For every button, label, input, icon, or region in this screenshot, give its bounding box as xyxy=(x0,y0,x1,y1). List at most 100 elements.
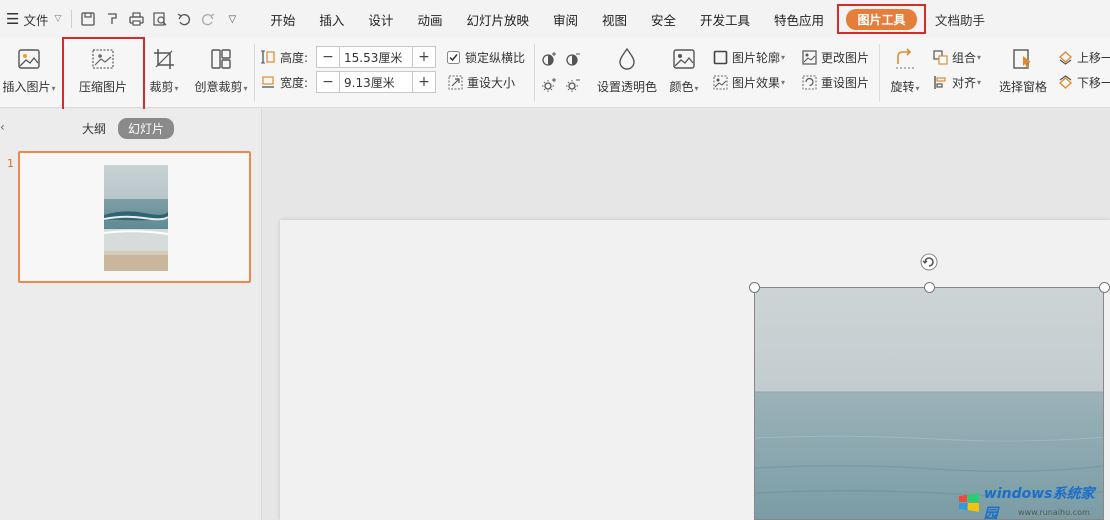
reset-picture-button[interactable]: 重设图片 xyxy=(801,71,869,93)
crop-button[interactable]: 裁剪▾ xyxy=(144,38,184,95)
tab-home[interactable]: 开始 xyxy=(258,0,307,38)
compress-picture-highlight xyxy=(62,37,145,112)
change-picture-label: 更改图片 xyxy=(821,50,870,65)
watermark: windows系统家园 www.runaihu.com xyxy=(958,486,1108,520)
lock-ratio-checkbox[interactable]: 锁定纵横比 xyxy=(445,46,525,68)
reset-size-button[interactable]: 重设大小 xyxy=(447,71,515,93)
collapse-panel-icon[interactable]: ‹ xyxy=(0,120,5,134)
tab-design[interactable]: 设计 xyxy=(356,0,405,38)
tab-view[interactable]: 视图 xyxy=(590,0,639,38)
minus-icon[interactable]: − xyxy=(317,72,339,92)
tab-picture-tools-highlight: 图片工具 xyxy=(837,4,926,34)
align-button[interactable]: 对齐 ▾ xyxy=(932,71,981,93)
divider xyxy=(71,10,73,28)
height-input[interactable]: 15.53厘米 xyxy=(339,47,413,67)
width-input[interactable]: 9.13厘米 xyxy=(339,72,413,92)
change-picture-button[interactable]: 更改图片 xyxy=(801,46,869,68)
lock-ratio-label: 锁定纵横比 xyxy=(465,50,526,65)
format-painter-icon[interactable] xyxy=(100,0,124,38)
thumbnail-sea-image xyxy=(104,165,168,271)
tab-insert[interactable]: 插入 xyxy=(307,0,356,38)
height-label: 高度: xyxy=(280,50,309,65)
send-backward-button[interactable]: 下移一 xyxy=(1057,71,1110,93)
outline-icon xyxy=(712,49,728,65)
resize-handle-top-left[interactable] xyxy=(749,282,760,293)
rotate-handle-icon[interactable] xyxy=(919,252,939,272)
selection-pane-button[interactable]: 选择窗格 xyxy=(996,38,1050,95)
reset-size-label: 重设大小 xyxy=(467,75,516,90)
picture-color-icon xyxy=(671,46,697,72)
minus-icon[interactable]: − xyxy=(317,47,339,67)
reset-picture-icon xyxy=(801,74,817,90)
increase-contrast-button[interactable] xyxy=(541,48,561,70)
selection-pane-icon xyxy=(1010,46,1036,72)
chevron-down-icon: ▾ xyxy=(51,84,56,93)
chevron-down-icon: ▾ xyxy=(694,84,699,93)
creative-crop-button[interactable]: 创意裁剪▾ xyxy=(190,38,252,95)
decrease-brightness-button[interactable] xyxy=(565,74,585,96)
rotate-label: 旋转 xyxy=(890,80,915,94)
insert-picture-button[interactable]: 插入图片▾ xyxy=(0,38,58,95)
tab-animation[interactable]: 动画 xyxy=(405,0,454,38)
insert-picture-label: 插入图片 xyxy=(2,80,51,94)
customize-toolbar-icon[interactable]: ▽ xyxy=(220,0,244,38)
print-icon[interactable] xyxy=(124,0,148,38)
editor-area xyxy=(263,109,1110,520)
chevron-down-icon: ▾ xyxy=(977,77,982,87)
increase-brightness-button[interactable] xyxy=(541,74,561,96)
tab-slides[interactable]: 幻灯片 xyxy=(118,117,175,139)
tab-slideshow[interactable]: 幻灯片放映 xyxy=(454,0,541,38)
tab-developer[interactable]: 开发工具 xyxy=(688,0,762,38)
chevron-down-icon: ▽ xyxy=(54,14,62,24)
tab-features[interactable]: 特色应用 xyxy=(762,0,836,38)
rotate-icon xyxy=(892,46,918,72)
tab-picture-tools[interactable]: 图片工具 xyxy=(846,8,917,30)
divider xyxy=(254,44,255,102)
width-label: 宽度: xyxy=(280,75,309,90)
width-stepper[interactable]: − 9.13厘米 + xyxy=(316,71,436,93)
align-label: 对齐 xyxy=(952,75,977,90)
save-icon[interactable] xyxy=(76,0,100,38)
set-transparent-button[interactable]: 设置透明色 xyxy=(594,38,660,95)
width-icon xyxy=(260,74,276,90)
group-icon xyxy=(932,49,948,65)
picture-outline-button[interactable]: 图片轮廓 ▾ xyxy=(712,46,785,68)
tab-security[interactable]: 安全 xyxy=(639,0,688,38)
chevron-down-icon: ▾ xyxy=(243,84,248,93)
group-button[interactable]: 组合 ▾ xyxy=(932,46,981,68)
bring-forward-label: 上移一 xyxy=(1077,50,1110,65)
redo-icon[interactable] xyxy=(196,0,220,38)
plus-icon[interactable]: + xyxy=(413,72,435,92)
reset-size-icon xyxy=(447,74,463,90)
picture-outline-label: 图片轮廓 xyxy=(732,50,781,65)
print-preview-icon[interactable] xyxy=(148,0,172,38)
tab-outline[interactable]: 大纲 xyxy=(82,120,106,137)
resize-handle-top-right[interactable] xyxy=(1099,282,1110,293)
plus-icon[interactable]: + xyxy=(413,47,435,67)
file-menu-label: 文件 xyxy=(23,12,49,28)
set-transparent-label: 设置透明色 xyxy=(596,80,657,94)
divider xyxy=(534,44,535,102)
tab-doc-assistant[interactable]: 文档助手 xyxy=(935,0,985,38)
picture-effects-button[interactable]: 图片效果 ▾ xyxy=(712,71,785,93)
chevron-down-icon: ▾ xyxy=(781,77,786,87)
crop-icon xyxy=(151,46,177,72)
bring-forward-button[interactable]: 上移一 xyxy=(1057,46,1110,68)
checkbox-checked-icon xyxy=(445,49,461,65)
tab-review[interactable]: 审阅 xyxy=(541,0,590,38)
undo-icon[interactable] xyxy=(172,0,196,38)
chevron-down-icon: ▾ xyxy=(781,52,786,62)
height-stepper[interactable]: − 15.53厘米 + xyxy=(316,46,436,68)
slide-thumbnail[interactable] xyxy=(18,151,251,283)
decrease-contrast-button[interactable] xyxy=(565,48,585,70)
brightness-plus-icon xyxy=(541,77,557,93)
chevron-down-icon: ▾ xyxy=(174,84,179,93)
group-label: 组合 xyxy=(952,50,977,65)
hamburger-icon: ☰ xyxy=(6,10,20,28)
file-menu[interactable]: ☰ 文件 ▽ xyxy=(0,0,67,38)
rotate-button[interactable]: 旋转▾ xyxy=(885,38,925,95)
resize-handle-top[interactable] xyxy=(924,282,935,293)
brightness-minus-icon xyxy=(565,77,581,93)
color-button[interactable]: 颜色▾ xyxy=(664,38,704,95)
send-backward-icon xyxy=(1057,74,1073,90)
